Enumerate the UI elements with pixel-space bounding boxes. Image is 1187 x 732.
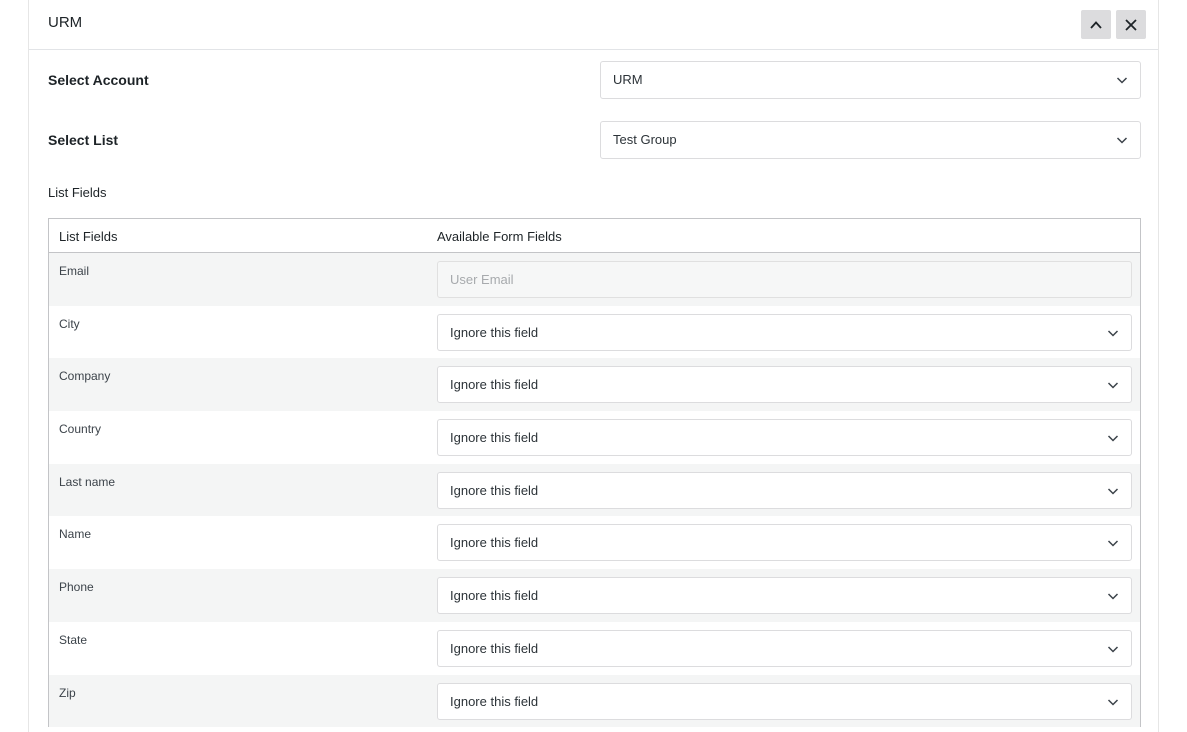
table-row: Last name Ignore this field bbox=[49, 463, 1140, 517]
col-header-form-fields: Available Form Fields bbox=[437, 229, 562, 244]
table-row: State Ignore this field bbox=[49, 622, 1140, 675]
field-name: Last name bbox=[59, 474, 116, 489]
list-fields-section-label: List Fields bbox=[48, 185, 107, 200]
form-field-dropdown[interactable]: Ignore this field bbox=[437, 524, 1132, 562]
close-button[interactable] bbox=[1116, 10, 1146, 39]
chevron-down-icon bbox=[1116, 77, 1128, 84]
table-row: Phone Ignore this field bbox=[49, 569, 1140, 622]
chevron-down-icon bbox=[1107, 435, 1119, 442]
table-row: Country Ignore this field bbox=[49, 411, 1140, 464]
mapping-rows: City Ignore this field Company Ignore this … bbox=[49, 306, 1140, 728]
form-field-value: Ignore this field bbox=[450, 482, 539, 498]
chevron-down-icon bbox=[1107, 382, 1119, 389]
select-list-label: Select List bbox=[48, 132, 119, 148]
select-list-value: Test Group bbox=[613, 132, 677, 147]
chevron-down-icon bbox=[1107, 698, 1119, 706]
chevron-down-icon bbox=[1116, 137, 1128, 144]
panel-header: URM bbox=[29, 0, 1158, 50]
integration-panel: URM Select Account URM Select List Test … bbox=[28, 0, 1159, 732]
field-name: Phone bbox=[59, 580, 94, 595]
chevron-down-icon bbox=[1107, 646, 1119, 653]
chevron-down-icon bbox=[1107, 540, 1119, 547]
field-mapping-table: List Fields Available Form Fields Email … bbox=[48, 218, 1141, 728]
form-field-value: Ignore this field bbox=[450, 588, 539, 604]
field-name: Email bbox=[59, 264, 90, 278]
form-field-value: Ignore this field bbox=[450, 430, 539, 446]
form-field-dropdown[interactable]: Ignore this field bbox=[437, 366, 1132, 404]
form-field-dropdown[interactable]: Ignore this field bbox=[437, 577, 1132, 615]
table-row: Zip Ignore this field bbox=[49, 674, 1140, 728]
form-field-dropdown[interactable]: Ignore this field bbox=[437, 682, 1132, 720]
form-field-dropdown[interactable]: Ignore this field bbox=[437, 313, 1132, 351]
form-field-dropdown[interactable]: Ignore this field bbox=[437, 471, 1132, 509]
form-field-dropdown[interactable]: Ignore this field bbox=[437, 629, 1132, 667]
form-field-value: Ignore this field bbox=[450, 535, 539, 551]
panel-title: URM bbox=[48, 14, 83, 31]
chevron-down-icon bbox=[1107, 330, 1119, 337]
close-icon bbox=[1125, 18, 1137, 31]
form-field-value: Ignore this field bbox=[450, 640, 539, 656]
chevron-down-icon bbox=[1107, 593, 1119, 600]
field-name: Name bbox=[59, 527, 92, 542]
select-account-label: Select Account bbox=[48, 72, 149, 88]
field-name: Country bbox=[59, 422, 102, 437]
collapse-button[interactable] bbox=[1081, 10, 1111, 39]
table-row: Name Ignore this field bbox=[49, 516, 1140, 569]
form-field-dropdown[interactable]: Ignore this field bbox=[437, 419, 1132, 457]
field-name: State bbox=[59, 632, 88, 647]
form-field-value: Ignore this field bbox=[450, 324, 539, 340]
field-name: Zip bbox=[59, 685, 76, 700]
field-name: Company bbox=[59, 369, 111, 384]
select-list-dropdown[interactable]: Test Group bbox=[600, 121, 1141, 159]
form-field-value: Ignore this field bbox=[450, 693, 539, 709]
select-account-dropdown[interactable]: URM bbox=[600, 61, 1141, 99]
chevron-up-icon bbox=[1090, 20, 1102, 29]
chevron-down-icon bbox=[1107, 488, 1119, 495]
email-field[interactable] bbox=[437, 261, 1132, 298]
table-row: Company Ignore this field bbox=[49, 358, 1140, 412]
table-row: City Ignore this field bbox=[49, 306, 1140, 359]
select-account-value: URM bbox=[613, 72, 643, 87]
table-row-email: Email bbox=[49, 253, 1140, 306]
table-header: List Fields Available Form Fields bbox=[49, 219, 1140, 253]
col-header-list-fields: List Fields bbox=[59, 229, 118, 244]
field-name: City bbox=[59, 316, 80, 331]
form-field-value: Ignore this field bbox=[450, 377, 539, 393]
